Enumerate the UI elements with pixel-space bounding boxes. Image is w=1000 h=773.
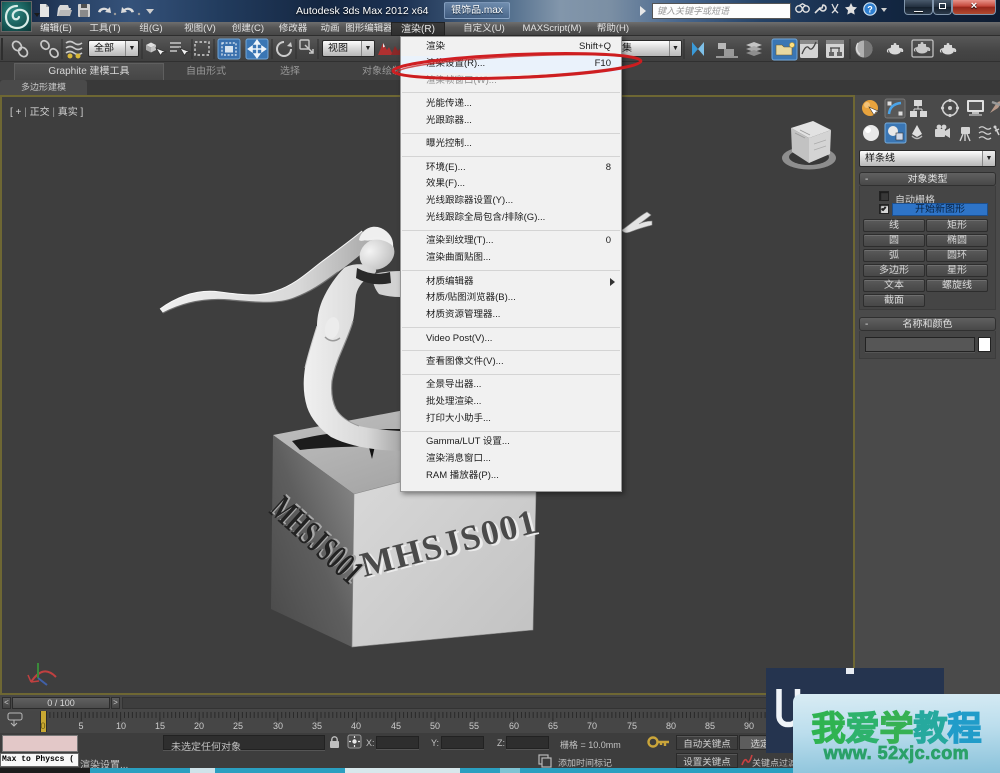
svg-text:15: 15 [155,721,165,731]
svg-text:80: 80 [666,721,676,731]
svg-text:10: 10 [116,721,126,731]
svg-text:90: 90 [744,721,754,731]
svg-text:85: 85 [705,721,715,731]
svg-text:65: 65 [548,721,558,731]
svg-text:30: 30 [273,721,283,731]
svg-text:40: 40 [351,721,361,731]
svg-text:55: 55 [469,721,479,731]
svg-text:20: 20 [194,721,204,731]
svg-text:25: 25 [233,721,243,731]
svg-text:75: 75 [627,721,637,731]
svg-text:35: 35 [312,721,322,731]
svg-text:70: 70 [587,721,597,731]
svg-text:45: 45 [391,721,401,731]
svg-text:?: ? [867,5,873,15]
svg-text:0: 0 [40,721,45,731]
svg-text:60: 60 [509,721,519,731]
svg-text:50: 50 [430,721,440,731]
svg-text:5: 5 [78,721,83,731]
